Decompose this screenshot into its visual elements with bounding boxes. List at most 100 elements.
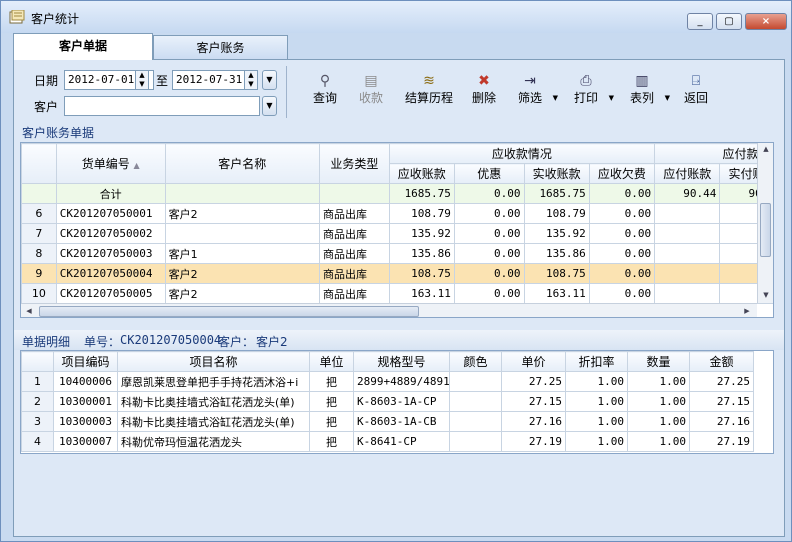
detail-column-header[interactable]: 折扣率 [565, 351, 628, 372]
color-cell [449, 391, 502, 412]
delete-button[interactable]: ✖ 删除 [466, 72, 502, 112]
table-row[interactable]: 2 10300001 科勒卡比奥挂墙式浴缸花洒龙头(单) 把 K-8603-1A-CP 2… [21, 391, 754, 412]
detail-customer-label: 客户： [218, 335, 255, 349]
dropdown-arrow-icon: ▼ [552, 94, 558, 102]
order-no-cell: CK201207050003 [55, 243, 166, 264]
customer-name-cell: 客户2 [164, 283, 321, 304]
amount-column-header[interactable]: 应付账款 [654, 163, 721, 184]
price-cell: 27.15 [501, 391, 566, 412]
receivable-group-header: 应收款情况 [388, 143, 656, 164]
print-button[interactable]: ⎙ 打印 ▼ [568, 72, 614, 112]
exit-icon: ⍈ [691, 73, 701, 89]
columns-button[interactable]: ▥ 表列 ▼ [624, 72, 670, 112]
amount-column-header[interactable]: 应收账款 [388, 163, 455, 184]
item-code-cell: 10300007 [53, 431, 118, 452]
scroll-up-icon[interactable]: ▲ [758, 145, 773, 153]
accounts-vscroll-thumb[interactable] [760, 203, 771, 257]
row-number-cell [21, 183, 57, 204]
amount-cell [654, 203, 721, 224]
accounts-horizontal-scrollbar[interactable]: ◀ ▶ [21, 303, 757, 317]
amount-cell: 135.86 [388, 243, 455, 264]
customer-dropdown-button[interactable]: ▼ [262, 96, 277, 116]
business-type-header[interactable]: 业务类型 [319, 143, 390, 184]
scroll-down-icon[interactable]: ▼ [758, 291, 773, 299]
minimize-button[interactable]: _ [687, 13, 713, 30]
discount-cell: 1.00 [565, 371, 628, 392]
detail-column-header[interactable]: 项目编码 [53, 351, 118, 372]
close-button[interactable]: × [745, 13, 787, 30]
table-row[interactable]: 9 CK201207050004 客户2 商品出库 108.75 0.00 108.75 0.… [21, 263, 773, 284]
scroll-right-icon[interactable]: ▶ [741, 307, 753, 315]
maximize-button[interactable]: ▢ [716, 13, 742, 30]
accounts-vertical-scrollbar[interactable]: ▲ ▼ [757, 143, 773, 303]
row-number-cell: 1 [21, 371, 54, 392]
customer-input[interactable] [64, 96, 260, 116]
detail-column-header[interactable]: 单位 [309, 351, 354, 372]
amount-cell: 0.00 [588, 223, 656, 244]
table-row[interactable]: 3 10300003 科勒卡比奥挂墙式浴缸花洒龙头(单) 把 K-8603-1A-CB 2… [21, 411, 754, 432]
unit-cell: 把 [309, 371, 354, 392]
color-cell [449, 371, 502, 392]
accounts-hscroll-thumb[interactable] [39, 306, 419, 317]
date-from-spinner[interactable]: ▲ ▼ [135, 70, 149, 90]
order-no-header[interactable]: 货单编号 ▲ [55, 143, 166, 184]
settlement-history-button[interactable]: ≋ 结算历程 [398, 72, 460, 112]
quantity-cell: 1.00 [627, 411, 690, 432]
amount-cell: 0.00 [453, 243, 525, 264]
detail-column-header[interactable]: 金额 [689, 351, 754, 372]
detail-customer-value: 客户2 [256, 335, 288, 349]
detail-column-header[interactable]: 规格型号 [353, 351, 450, 372]
app-window: 客户统计 _ ▢ × 客户单据 客户账务 日期 2012-07-01 ▲ ▼ 至 … [0, 0, 792, 542]
customer-name-cell: 客户1 [164, 243, 321, 264]
item-name-cell: 科勒优帝玛恒温花洒龙头 [117, 431, 310, 452]
amount-cell: 0.00 [453, 223, 525, 244]
price-cell: 27.19 [501, 431, 566, 452]
detail-column-header[interactable]: 项目名称 [117, 351, 310, 372]
amount-cell: 135.92 [523, 223, 590, 244]
tab-customer-accounts[interactable]: 客户账务 [153, 35, 288, 59]
table-row[interactable]: 8 CK201207050003 客户1 商品出库 135.86 0.00 135.86 0.… [21, 243, 773, 264]
detail-column-header[interactable]: 单价 [501, 351, 566, 372]
date-dropdown-button[interactable]: ▼ [262, 70, 277, 90]
table-row[interactable]: 4 10300007 科勒优帝玛恒温花洒龙头把 K-8641-CP 27.19 1.00 1… [21, 431, 754, 452]
amount-cell: 163.11 [388, 283, 455, 304]
table-row[interactable]: 1 10400006 摩恩凯莱思登单把手手持花洒沐浴+i 把 2899+4889/489… [21, 371, 754, 392]
spec-cell: K-8641-CP [353, 431, 450, 452]
row-number-header [21, 351, 54, 372]
table-cell [164, 183, 321, 204]
customer-name-header[interactable]: 客户名称 [164, 143, 321, 184]
amount-column-header[interactable]: 应收欠费 [588, 163, 656, 184]
total-value-cell: 1685.75 [523, 183, 590, 204]
table-row[interactable]: 6 CK201207050001 客户2 商品出库 108.79 0.00 108.79 0.… [21, 203, 773, 224]
customer-name-cell: 客户2 [164, 263, 321, 284]
amount-column-header[interactable]: 实收账款 [523, 163, 590, 184]
tab-customer-orders[interactable]: 客户单据 [13, 33, 153, 60]
amount-column-header[interactable]: 优惠 [453, 163, 525, 184]
app-icon [9, 10, 25, 24]
amount-cell: 135.86 [523, 243, 590, 264]
unit-cell: 把 [309, 391, 354, 412]
amount-cell: 0.00 [588, 263, 656, 284]
amount-cell: 27.25 [689, 371, 754, 392]
amount-cell: 108.79 [388, 203, 455, 224]
return-button[interactable]: ⍈ 返回 [678, 72, 714, 112]
detail-column-header[interactable]: 颜色 [449, 351, 502, 372]
row-number-cell: 7 [21, 223, 57, 244]
color-cell [449, 411, 502, 432]
query-button[interactable]: ⚲ 查询 [306, 72, 344, 112]
total-value-cell: 90.44 [654, 183, 721, 204]
spec-cell: K-8603-1A-CP [353, 391, 450, 412]
amount-cell: 0.00 [588, 243, 656, 264]
table-row[interactable]: 10 CK201207050005 客户2 商品出库 163.11 0.00 163.11 0… [21, 283, 773, 304]
customer-label: 客户 [34, 100, 59, 114]
total-label: 合计 [55, 183, 166, 204]
date-to-spinner[interactable]: ▲ ▼ [244, 70, 258, 90]
table-row[interactable]: 7 CK201207050002 商品出库 135.92 0.00 135.92 0.00 [21, 223, 773, 244]
scroll-left-icon[interactable]: ◀ [23, 307, 35, 315]
filter-button[interactable]: ⇥ 筛选 ▼ [512, 72, 558, 112]
detail-section-title: 单据明细 [22, 335, 71, 349]
coins-icon: ≋ [423, 73, 435, 89]
receive-payment-button[interactable]: ▤ 收款 [352, 72, 390, 112]
detail-column-header[interactable]: 数量 [627, 351, 690, 372]
delete-icon: ✖ [478, 73, 490, 89]
